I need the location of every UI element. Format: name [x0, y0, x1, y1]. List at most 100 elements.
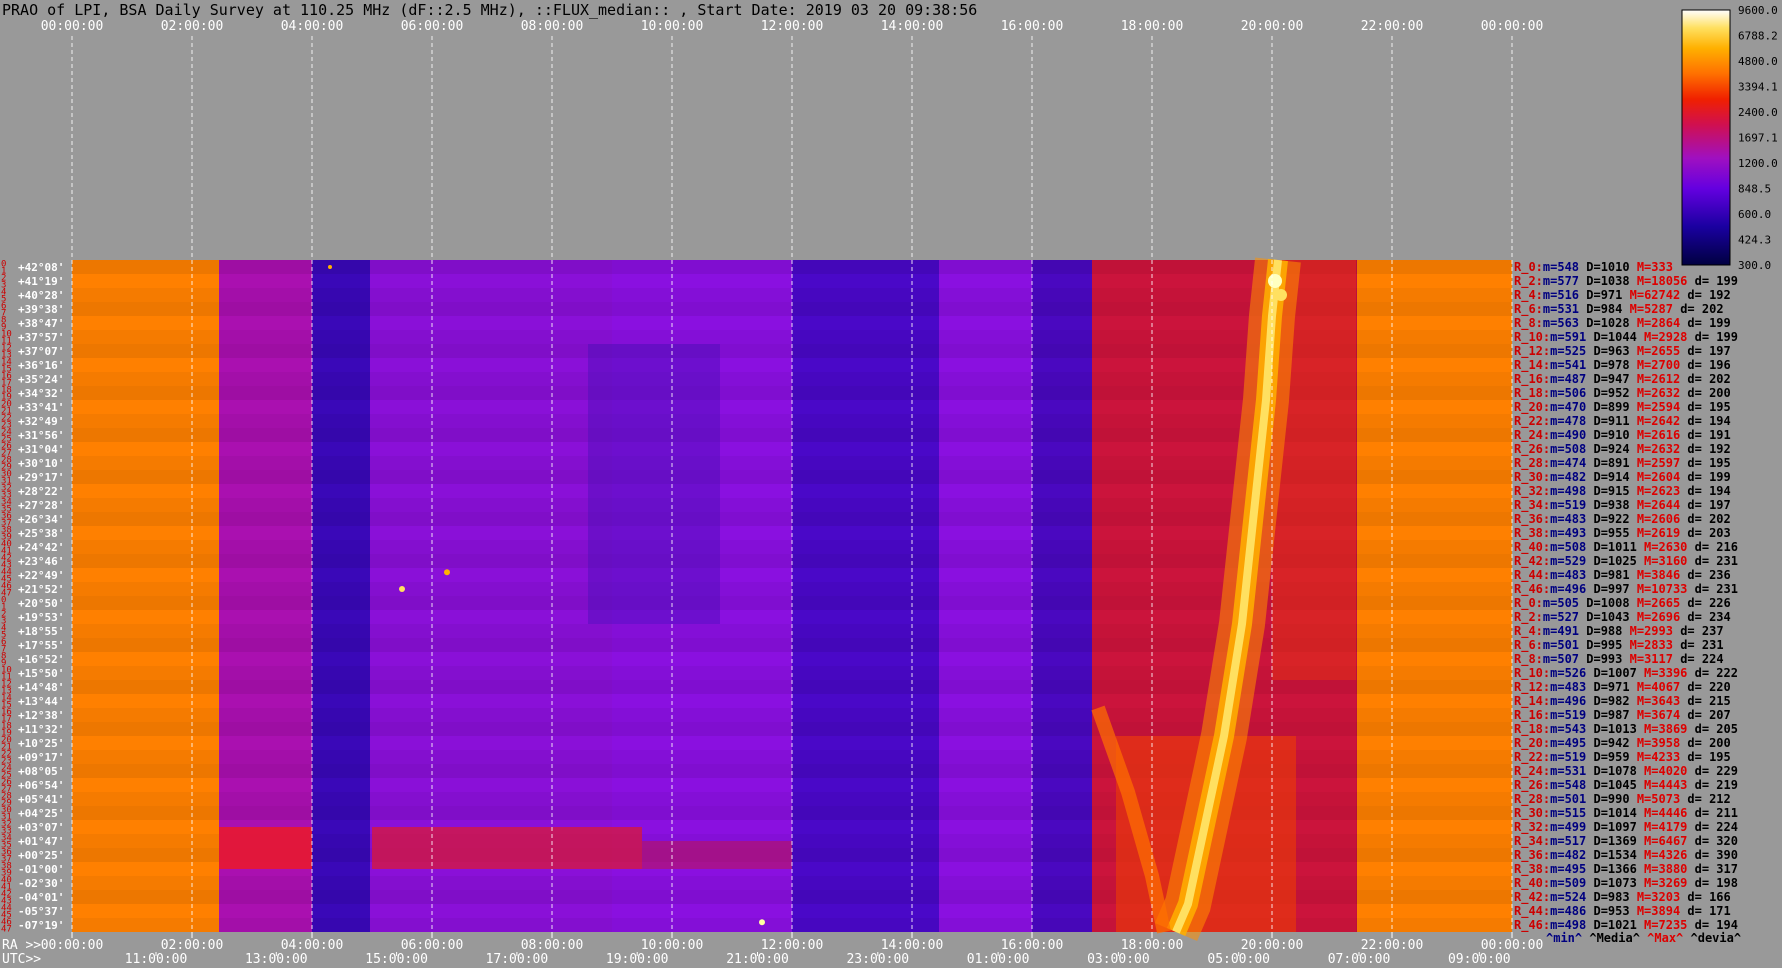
row-stat: R_22:m=478 D=911 M=2642 d= 194: [1514, 414, 1731, 429]
row-stat-part: m=517: [1550, 834, 1586, 848]
row-stat-part: M=2696: [1630, 610, 1681, 624]
ra-tick-label: 10:00:00: [641, 938, 704, 953]
row-stat-part: M=4443: [1637, 778, 1688, 792]
row-stat: R_14:m=496 D=982 M=3643 d= 215: [1514, 694, 1731, 709]
row-stat-part: R_20:: [1514, 736, 1550, 751]
row-stat-part: D=891: [1586, 456, 1629, 470]
row-stat-part: D=1073: [1586, 876, 1637, 890]
row-stat-part: D=1534: [1586, 848, 1637, 862]
row-stat-part: d= 390: [1687, 848, 1738, 862]
top-tick-label: 06:00:00: [401, 19, 464, 34]
row-stat-part: D=1028: [1579, 316, 1630, 330]
row-stat-part: m=505: [1543, 596, 1579, 610]
declination-label: +34°32': [18, 387, 64, 400]
row-stat: R_20:m=470 D=899 M=2594 d= 195: [1514, 400, 1731, 415]
colorbar-tick-label: 6788.2: [1738, 30, 1778, 43]
row-stat-part: M=10733: [1630, 582, 1688, 596]
row-stat-part: R_34:: [1514, 834, 1550, 849]
row-stat-part: D=924: [1586, 442, 1629, 456]
row-stat-part: M=2619: [1630, 526, 1681, 540]
row-stat-part: m=506: [1550, 386, 1586, 400]
row-stat: R_0:m=505 D=1008 M=2665 d= 226: [1514, 596, 1731, 611]
row-stat-part: m=496: [1550, 694, 1586, 708]
row-stat-part: D=1013: [1586, 722, 1637, 736]
row-stat-part: R_22:: [1514, 750, 1550, 765]
row-stat-part: R_30:: [1514, 470, 1550, 485]
row-stat-part: D=993: [1579, 652, 1622, 666]
row-stat-part: R_22:: [1514, 414, 1550, 429]
bright-spot: [1275, 289, 1287, 301]
row-stat-part: D=910: [1586, 428, 1629, 442]
row-stat-part: M=3396: [1637, 666, 1688, 680]
row-stat-part: d= 199: [1680, 470, 1731, 484]
row-stat-part: m=524: [1550, 890, 1586, 904]
row-stat-part: R_8:: [1514, 652, 1543, 667]
row-stat-part: d= 194: [1680, 484, 1731, 498]
row-stat: R_4:m=491 D=988 M=2993 d= 237: [1514, 624, 1724, 639]
row-stat-part: R_24:: [1514, 428, 1550, 443]
row-stat-part: D=1011: [1586, 540, 1637, 554]
row-stat-part: d= 202: [1680, 372, 1731, 386]
row-stat-part: M=2928: [1637, 330, 1688, 344]
row-stat-part: M=3894: [1630, 904, 1681, 918]
row-stat-part: M=4067: [1630, 680, 1681, 694]
row-stat-part: R_14:: [1514, 358, 1550, 373]
row-stat: R_20:m=495 D=942 M=3958 d= 200: [1514, 736, 1731, 751]
row-stat-part: d= 191: [1680, 428, 1731, 442]
row-stat-part: R_10:: [1514, 666, 1550, 681]
row-stat-part: d= 192: [1680, 442, 1731, 456]
row-stat-part: R_4:: [1514, 288, 1543, 303]
declination-label: +13°44': [18, 695, 64, 708]
colorbar-tick-label: 1697.1: [1738, 132, 1778, 145]
ra-tick-label: 14:00:00: [881, 938, 944, 953]
row-stat: R_46:m=496 D=997 M=10733 d= 231: [1514, 582, 1738, 597]
row-stat-part: m=482: [1550, 470, 1586, 484]
row-stat-part: D=1038: [1579, 274, 1630, 288]
row-stat-part: d= 231: [1687, 554, 1738, 568]
row-stat-part: D=1045: [1586, 778, 1637, 792]
row-stat-part: D=982: [1586, 694, 1629, 708]
row-stat: R_18:m=543 D=1013 M=3869 d= 205: [1514, 722, 1738, 737]
row-stat: R_28:m=474 D=891 M=2597 d= 195: [1514, 456, 1731, 471]
row-stat: R_14:m=541 D=978 M=2700 d= 196: [1514, 358, 1731, 373]
declination-label: +41°19': [18, 275, 64, 288]
row-stat-part: R_10:: [1514, 330, 1550, 345]
declination-label: +09°17': [18, 751, 64, 764]
declination-label: +14°48': [18, 681, 64, 694]
row-stat: R_10:m=526 D=1007 M=3396 d= 222: [1514, 666, 1738, 681]
declination-label: +05°41': [18, 793, 64, 806]
row-stat-part: d= 171: [1680, 904, 1731, 918]
row-stat: R_34:m=519 D=938 M=2644 d= 197: [1514, 498, 1731, 513]
row-stat-part: m=483: [1550, 680, 1586, 694]
row-stat-part: d= 197: [1680, 498, 1731, 512]
colorbar-tick-label: 2400.0: [1738, 106, 1778, 119]
row-stat-part: m=529: [1550, 554, 1586, 568]
declination-label: +11°32': [18, 723, 64, 736]
row-stat: R_8:m=563 D=1028 M=2864 d= 199: [1514, 316, 1731, 331]
row-stat-part: d= 200: [1680, 736, 1731, 750]
row-stat-part: R_40:: [1514, 540, 1550, 555]
row-stat-part: m=496: [1550, 582, 1586, 596]
row-stat-part: R_12:: [1514, 344, 1550, 359]
colorbar-tick-label: 9600.0: [1738, 4, 1778, 17]
row-stat-part: R_38:: [1514, 526, 1550, 541]
ra-axis-label: RA >>: [2, 938, 41, 953]
row-stat: R_4:m=516 D=971 M=62742 d= 192: [1514, 288, 1731, 303]
row-stat-part: R_46:: [1514, 918, 1550, 933]
declination-label: +30°10': [18, 457, 64, 470]
row-stat-part: M=2597: [1630, 456, 1681, 470]
row-stat-part: R_44:: [1514, 568, 1550, 583]
ra-tick-label: 08:00:00: [521, 938, 584, 953]
stat-legend-item: ^min^: [1546, 931, 1582, 945]
row-stat: R_38:m=495 D=1366 M=3880 d= 317: [1514, 862, 1738, 877]
row-stat-part: m=525: [1550, 344, 1586, 358]
row-stat-part: D=1007: [1586, 666, 1637, 680]
row-stat-part: D=938: [1586, 498, 1629, 512]
row-stat-part: M=18056: [1630, 274, 1688, 288]
row-stat-part: D=959: [1586, 750, 1629, 764]
row-stat-part: m=526: [1550, 666, 1586, 680]
top-tick-label: 08:00:00: [521, 19, 584, 34]
row-stat-part: m=508: [1550, 540, 1586, 554]
declination-label: +32°49': [18, 415, 64, 428]
row-stat-part: d= 320: [1687, 834, 1738, 848]
